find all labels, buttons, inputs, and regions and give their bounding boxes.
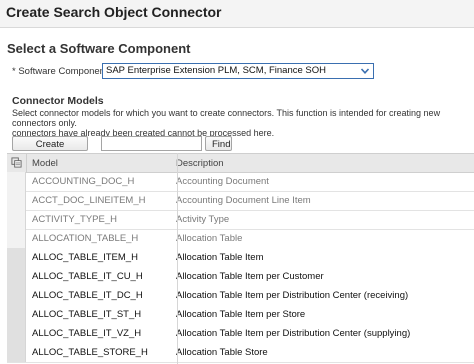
row-selector[interactable] — [7, 305, 26, 324]
row-selector[interactable] — [7, 210, 26, 229]
table-row[interactable]: ALLOCATION_TABLE_H Allocation Table — [7, 229, 474, 249]
find-button[interactable]: Find — [205, 136, 232, 151]
connector-models-table: Model Description ACCOUNTING_DOC_H Accoun… — [7, 153, 474, 364]
column-header-model[interactable]: Model — [32, 158, 58, 169]
select-all-cell[interactable] — [7, 154, 27, 172]
software-component-label: * Software Component: — [12, 66, 110, 77]
table-row[interactable]: ALLOC_TABLE_STORE_H Allocation Table Stor… — [7, 343, 474, 363]
description-cell: Allocation Table — [176, 233, 243, 244]
software-component-label-text: Software Component: — [18, 66, 111, 77]
window-title: Create Search Object Connector — [6, 4, 222, 20]
row-selector[interactable] — [7, 191, 26, 210]
table-settings-icon[interactable] — [11, 157, 22, 168]
description-cell: Allocation Table Item — [176, 252, 264, 263]
create-connector-button[interactable]: Create Connector — [12, 136, 88, 163]
model-cell: ALLOC_TABLE_IT_DC_H — [32, 290, 143, 301]
row-selector[interactable] — [7, 343, 26, 362]
chevron-down-icon — [360, 68, 370, 74]
table-row[interactable]: ACCT_DOC_LINEITEM_H Accounting Document L… — [7, 191, 474, 211]
model-cell: ALLOC_TABLE_ITEM_H — [32, 252, 138, 263]
connector-models-description: Select connector models for which you wa… — [12, 108, 441, 138]
description-cell: Activity Type — [176, 214, 230, 225]
table-row[interactable]: ALLOC_TABLE_IT_CU_H Allocation Table Item… — [7, 267, 474, 287]
table-row[interactable]: ACCOUNTING_DOC_H Accounting Document — [7, 172, 474, 192]
row-selector[interactable] — [7, 248, 26, 267]
row-selector[interactable] — [7, 324, 26, 343]
row-selector[interactable] — [7, 229, 26, 248]
model-cell: ACCOUNTING_DOC_H — [32, 176, 135, 187]
description-cell: Allocation Table Item per Customer — [176, 271, 324, 282]
description-cell: Accounting Document — [176, 176, 269, 187]
software-component-value: SAP Enterprise Extension PLM, SCM, Finan… — [106, 65, 326, 76]
model-cell: ALLOC_TABLE_IT_VZ_H — [32, 328, 142, 339]
model-cell: ALLOCATION_TABLE_H — [32, 233, 139, 244]
description-cell: Allocation Table Item per Store — [176, 309, 306, 320]
connector-models-title: Connector Models — [12, 95, 104, 107]
table-row[interactable]: ALLOC_TABLE_IT_DC_H Allocation Table Item… — [7, 286, 474, 306]
required-marker: * — [12, 66, 16, 77]
model-cell: ALLOC_TABLE_IT_CU_H — [32, 271, 143, 282]
row-selector[interactable] — [7, 172, 26, 191]
description-cell: Allocation Table Item per Distribution C… — [176, 328, 411, 339]
table-header: Model Description — [7, 153, 474, 173]
model-cell: ALLOC_TABLE_IT_ST_H — [32, 309, 142, 320]
title-bar: Create Search Object Connector — [0, 0, 474, 28]
description-cell: Allocation Table Store — [176, 347, 268, 358]
row-selector[interactable] — [7, 286, 26, 305]
find-input[interactable] — [101, 136, 202, 151]
section-title: Select a Software Component — [7, 41, 191, 56]
model-cell: ALLOC_TABLE_STORE_H — [32, 347, 148, 358]
table-row[interactable]: ALLOC_TABLE_IT_ST_H Allocation Table Item… — [7, 305, 474, 325]
model-cell: ACTIVITY_TYPE_H — [32, 214, 117, 225]
software-component-select[interactable]: SAP Enterprise Extension PLM, SCM, Finan… — [102, 63, 374, 79]
description-cell: Allocation Table Item per Distribution C… — [176, 290, 409, 301]
column-divider — [177, 153, 178, 364]
row-selector[interactable] — [7, 267, 26, 286]
table-row[interactable]: ACTIVITY_TYPE_H Activity Type — [7, 210, 474, 230]
description-cell: Accounting Document Line Item — [176, 195, 311, 206]
table-row[interactable]: ALLOC_TABLE_IT_VZ_H Allocation Table Item… — [7, 324, 474, 344]
column-header-description[interactable]: Description — [176, 158, 224, 169]
model-cell: ACCT_DOC_LINEITEM_H — [32, 195, 146, 206]
table-row[interactable]: ALLOC_TABLE_ITEM_H Allocation Table Item — [7, 248, 474, 268]
